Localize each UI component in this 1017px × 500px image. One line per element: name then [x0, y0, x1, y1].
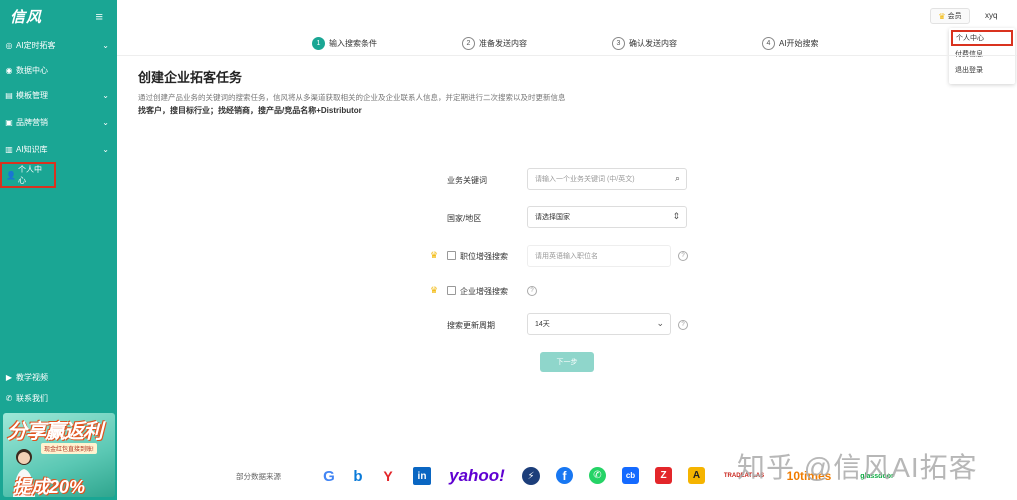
- sidebar: 信风 ≡ ◎ AI定时拓客 ⌄ ◉ 数据中心 ▤ 模板管理 ⌄ ▣ 品牌营销 ⌄…: [0, 0, 117, 500]
- chevron-down-icon: ⌄: [102, 40, 109, 50]
- data-icon: ◉: [5, 65, 13, 75]
- sidebar-item-contact-us[interactable]: ✆ 联系我们: [0, 385, 117, 411]
- sidebar-item-label: 数据中心: [16, 65, 48, 75]
- step-number: 4: [762, 37, 775, 50]
- vip-button[interactable]: ♛ 会员: [930, 8, 970, 24]
- step-label: 准备发送内容: [479, 39, 527, 48]
- step-1: 1 输入搜索条件: [312, 37, 377, 50]
- help-icon[interactable]: ?: [527, 286, 537, 296]
- sidebar-item-knowledge-base[interactable]: ▥ AI知识库 ⌄: [0, 136, 117, 162]
- sidebar-item-label: 模板管理: [16, 90, 48, 100]
- promo-commission: 提成20%: [13, 477, 86, 497]
- page-hint: 找客户，搜目标行业；找经销商，搜产品/竞品名称+Distributor: [138, 106, 362, 115]
- sidebar-item-personal-center[interactable]: 👤 个人中心: [0, 162, 56, 188]
- keyword-input[interactable]: 请输入一个业务关键词 (中/英文) ⌕: [527, 168, 687, 190]
- bing-icon: b: [353, 467, 363, 485]
- step-label: 输入搜索条件: [329, 39, 377, 48]
- keyword-label: 业务关键词: [447, 176, 487, 185]
- page-title: 创建企业拓客任务: [138, 70, 243, 85]
- sidebar-item-label: AI知识库: [16, 144, 48, 154]
- next-step-button[interactable]: 下一步: [540, 352, 594, 372]
- whatsapp-icon: ✆: [589, 467, 606, 484]
- keyword-placeholder: 请输入一个业务关键词 (中/英文): [535, 176, 635, 183]
- country-select-value: 请选择国家: [535, 214, 570, 221]
- sidebar-item-label: AI定时拓客: [16, 40, 56, 50]
- step-indicator: 1 输入搜索条件 2 准备发送内容 3 确认发送内容 4 AI开始搜索: [117, 32, 1017, 56]
- brand-icon: ▣: [5, 117, 13, 127]
- chevron-down-icon: ⌄: [102, 90, 109, 100]
- company-enhance-checkbox[interactable]: [447, 286, 456, 295]
- user-icon: 👤: [6, 170, 16, 180]
- sidebar-item-label: 个人中心: [18, 165, 42, 185]
- position-input[interactable]: 请用英语输入职位名: [527, 245, 671, 267]
- linkedin-icon: in: [413, 467, 431, 485]
- sidebar-item-brand-marketing[interactable]: ▣ 品牌营销 ⌄: [0, 109, 117, 135]
- country-label: 国家/地区: [447, 214, 482, 223]
- step-number: 3: [612, 37, 625, 50]
- period-select-value: 14天: [535, 321, 550, 328]
- company-enhance-label: 企业增强搜索: [460, 287, 508, 296]
- sidebar-item-data-center[interactable]: ◉ 数据中心: [0, 57, 117, 83]
- crunchbase-icon: cb: [622, 467, 639, 484]
- step-4: 4 AI开始搜索: [762, 37, 819, 50]
- step-2: 2 准备发送内容: [462, 37, 527, 50]
- alibaba-icon: A: [688, 467, 705, 484]
- step-number: 1: [312, 37, 325, 50]
- sidebar-item-label: 品牌营销: [16, 117, 48, 127]
- sidebar-item-label: 教学视频: [16, 372, 48, 382]
- chevron-down-icon: ⌄: [656, 318, 664, 328]
- zoominfo-icon: Z: [655, 467, 672, 484]
- period-label: 搜索更新周期: [447, 321, 495, 330]
- help-icon[interactable]: ?: [678, 251, 688, 261]
- step-3: 3 确认发送内容: [612, 37, 677, 50]
- step-number: 2: [462, 37, 475, 50]
- help-icon[interactable]: ?: [678, 320, 688, 330]
- yandex-icon: Y: [383, 468, 393, 484]
- target-icon: ◎: [5, 40, 13, 50]
- referral-promo-banner[interactable]: 分享赢返利 现金红包直接到账! 提成20%: [3, 413, 115, 497]
- sidebar-item-ai-prospecting[interactable]: ◎ AI定时拓客 ⌄: [0, 32, 117, 58]
- page-description: 通过创建产品业务的关键词的搜索任务，信风将从多渠道获取相关的企业及企业联系人信息…: [138, 93, 566, 102]
- menu-item-logout[interactable]: 退出登录: [949, 62, 1015, 78]
- chevron-down-icon: ⌄: [102, 117, 109, 127]
- promo-title: 分享赢返利: [7, 421, 103, 443]
- watermark: 知乎 @信风AI拓客: [737, 452, 978, 483]
- sidebar-item-label: 联系我们: [16, 393, 48, 403]
- position-enhance-label: 职位增强搜索: [460, 252, 508, 261]
- video-icon: ▶: [5, 372, 13, 382]
- sidebar-item-templates[interactable]: ▤ 模板管理 ⌄: [0, 82, 117, 108]
- step-label: AI开始搜索: [779, 39, 819, 48]
- phone-icon: ✆: [5, 393, 13, 403]
- country-select[interactable]: 请选择国家 ⇕: [527, 206, 687, 228]
- position-enhance-checkbox[interactable]: [447, 251, 456, 260]
- crown-icon: ♛: [430, 250, 439, 260]
- lightning-icon: ⚡: [522, 467, 540, 485]
- username[interactable]: xyq: [985, 11, 997, 20]
- top-bar: ♛ 会员 xyq: [117, 0, 1017, 32]
- search-icon[interactable]: ⌕: [675, 173, 680, 184]
- crown-icon: ♛: [938, 11, 946, 21]
- data-sources-label: 部分数据来源: [236, 472, 281, 481]
- app-logo[interactable]: 信风: [10, 6, 42, 27]
- position-placeholder: 请用英语输入职位名: [535, 253, 598, 260]
- promo-subtitle: 现金红包直接到账!: [41, 443, 97, 454]
- crown-icon: ♛: [430, 285, 439, 295]
- menu-toggle-icon[interactable]: ≡: [95, 9, 103, 24]
- period-select[interactable]: 14天 ⌄: [527, 313, 671, 335]
- vip-label: 会员: [947, 13, 962, 20]
- facebook-icon: f: [556, 467, 573, 484]
- google-icon: G: [323, 467, 335, 485]
- sidebar-header: 信风 ≡: [0, 0, 117, 32]
- yahoo-logo: yahoo!: [449, 466, 505, 485]
- book-icon: ▥: [5, 144, 13, 154]
- step-label: 确认发送内容: [629, 39, 677, 48]
- template-icon: ▤: [5, 90, 13, 100]
- chevron-updown-icon: ⇕: [672, 211, 680, 221]
- chevron-down-icon: ⌄: [102, 144, 109, 154]
